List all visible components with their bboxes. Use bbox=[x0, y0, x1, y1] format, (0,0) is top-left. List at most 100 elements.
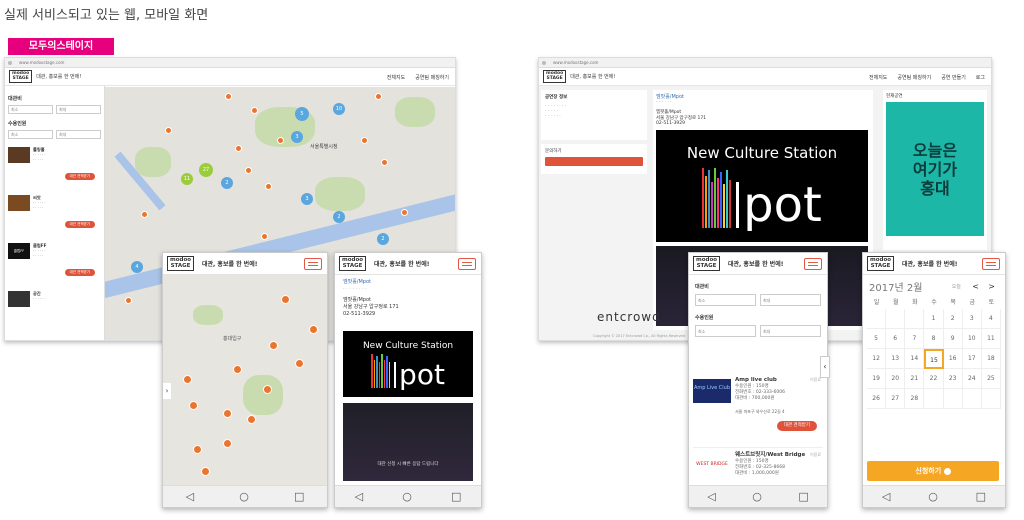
calendar-day[interactable]: 28 bbox=[905, 389, 925, 409]
url-bar[interactable]: www.modoostage.com bbox=[5, 58, 455, 68]
fee-max-select[interactable]: 최대 bbox=[760, 294, 821, 306]
quote-button[interactable]: 대관 견적받기 bbox=[64, 221, 95, 228]
venue-pin[interactable] bbox=[281, 295, 290, 304]
calendar-day[interactable]: 11 bbox=[981, 329, 1001, 349]
cluster-marker[interactable]: 10 bbox=[333, 103, 345, 115]
calendar-day[interactable]: 17 bbox=[962, 349, 982, 369]
capacity-max-select[interactable]: 최대 bbox=[56, 130, 101, 139]
quote-button[interactable]: 대관 견적받기 bbox=[776, 421, 817, 431]
show-poster[interactable]: 오늘은 여기가 홍대 bbox=[886, 102, 984, 236]
list-item[interactable]: 클럽FF 클럽FF · · · · · · · · · · · 대관 견적받기 bbox=[8, 243, 101, 283]
venue-pin[interactable] bbox=[361, 137, 368, 144]
venue-pin[interactable] bbox=[225, 93, 232, 100]
calendar-day[interactable]: 3 bbox=[962, 309, 982, 329]
prev-month-button[interactable]: < bbox=[972, 282, 979, 291]
calendar-day[interactable]: 19 bbox=[867, 369, 887, 389]
recents-icon[interactable]: □ bbox=[451, 490, 461, 503]
calendar-day[interactable]: 18 bbox=[981, 349, 1001, 369]
nav-all-map[interactable]: 전체지도 bbox=[387, 74, 405, 81]
mobile-map[interactable]: 홍대입구 › bbox=[163, 275, 327, 485]
list-item[interactable]: 롤링홀 · · · · · · · · · · · 대관 견적받기 bbox=[8, 147, 101, 187]
venue-pin[interactable] bbox=[183, 375, 192, 384]
list-item[interactable]: Amp Live Club Amp live club 이용료 수용인원 : 15… bbox=[693, 375, 823, 445]
calendar-day[interactable]: 8 bbox=[924, 329, 944, 349]
home-icon[interactable]: ○ bbox=[402, 490, 412, 503]
cluster-marker[interactable]: 3 bbox=[301, 193, 313, 205]
modoo-stage-logo[interactable]: modoo STAGE bbox=[9, 70, 33, 83]
quote-button[interactable]: 대관 견적받기 bbox=[64, 173, 95, 180]
venue-pin[interactable] bbox=[141, 211, 148, 218]
modoo-stage-logo[interactable]: modoo STAGE bbox=[693, 256, 721, 271]
inquiry-button[interactable] bbox=[545, 157, 643, 166]
venue-pin[interactable] bbox=[269, 341, 278, 350]
nav-team-matching[interactable]: 공연팀 매칭하기 bbox=[415, 74, 449, 81]
modoo-stage-logo[interactable]: modoo STAGE bbox=[543, 70, 567, 83]
venue-pin[interactable] bbox=[375, 93, 382, 100]
calendar-day[interactable]: 4 bbox=[981, 309, 1001, 329]
cluster-marker[interactable]: 2 bbox=[221, 177, 233, 189]
nav-log[interactable]: 로그 bbox=[976, 74, 985, 81]
venue-pin[interactable] bbox=[265, 183, 272, 190]
calendar-day[interactable]: 9 bbox=[943, 329, 963, 349]
venue-pin[interactable] bbox=[261, 233, 268, 240]
drawer-handle[interactable]: ‹ bbox=[820, 356, 830, 378]
capacity-min-select[interactable]: 최소 bbox=[695, 325, 756, 337]
home-icon[interactable]: ○ bbox=[239, 490, 249, 503]
venue-pin[interactable] bbox=[189, 401, 198, 410]
calendar-day[interactable]: 23 bbox=[943, 369, 963, 389]
fee-min-select[interactable]: 최소 bbox=[8, 105, 53, 114]
venue-pin[interactable] bbox=[277, 137, 284, 144]
venue-pin[interactable] bbox=[251, 107, 258, 114]
nav-all-map[interactable]: 전체지도 bbox=[869, 74, 887, 81]
venue-pin[interactable] bbox=[233, 365, 242, 374]
calendar-day[interactable]: 14 bbox=[905, 349, 925, 369]
calendar-day[interactable]: 20 bbox=[886, 369, 906, 389]
calendar-day[interactable]: 12 bbox=[867, 349, 887, 369]
back-icon[interactable]: ◁ bbox=[186, 490, 194, 503]
calendar-day[interactable]: 10 bbox=[962, 329, 982, 349]
fee-min-select[interactable]: 최소 bbox=[695, 294, 756, 306]
next-month-button[interactable]: > bbox=[988, 282, 995, 291]
venue-pin[interactable] bbox=[247, 415, 256, 424]
hamburger-menu-icon[interactable] bbox=[982, 258, 1000, 270]
nav-make-show[interactable]: 공연 만들기 bbox=[941, 74, 966, 81]
cluster-marker[interactable]: 11 bbox=[181, 173, 193, 185]
calendar-day[interactable]: 1 bbox=[924, 309, 944, 329]
calendar-day[interactable]: 27 bbox=[886, 389, 906, 409]
cluster-marker[interactable]: 3 bbox=[291, 131, 303, 143]
fee-max-select[interactable]: 최대 bbox=[56, 105, 101, 114]
venue-pin[interactable] bbox=[309, 325, 318, 334]
back-icon[interactable]: ◁ bbox=[707, 490, 715, 503]
calendar-day[interactable]: 21 bbox=[905, 369, 925, 389]
recents-icon[interactable]: □ bbox=[294, 490, 304, 503]
venue-pin[interactable] bbox=[125, 297, 132, 304]
submit-button[interactable]: 신청하기 bbox=[867, 461, 999, 481]
venue-pin[interactable] bbox=[295, 359, 304, 368]
hamburger-menu-icon[interactable] bbox=[458, 258, 476, 270]
venue-pin[interactable] bbox=[235, 145, 242, 152]
cluster-marker[interactable]: 5 bbox=[295, 107, 309, 121]
calendar-day[interactable]: 5 bbox=[867, 329, 887, 349]
hamburger-menu-icon[interactable] bbox=[304, 258, 322, 270]
nav-team-matching[interactable]: 공연팀 매칭하기 bbox=[897, 74, 931, 81]
calendar-day[interactable]: 16 bbox=[943, 349, 963, 369]
home-icon[interactable]: ○ bbox=[752, 490, 762, 503]
capacity-min-select[interactable]: 최소 bbox=[8, 130, 53, 139]
calendar-day[interactable]: 25 bbox=[981, 369, 1001, 389]
capacity-max-select[interactable]: 최대 bbox=[760, 325, 821, 337]
calendar-day[interactable]: 22 bbox=[924, 369, 944, 389]
venue-pin[interactable] bbox=[223, 409, 232, 418]
venue-pin[interactable] bbox=[193, 445, 202, 454]
back-icon[interactable]: ◁ bbox=[882, 490, 890, 503]
recents-icon[interactable]: □ bbox=[798, 490, 808, 503]
venue-pin[interactable] bbox=[263, 385, 272, 394]
cluster-marker[interactable]: 2 bbox=[377, 233, 389, 245]
home-icon[interactable]: ○ bbox=[928, 490, 938, 503]
venue-pin[interactable] bbox=[223, 439, 232, 448]
calendar-day[interactable]: 13 bbox=[886, 349, 906, 369]
list-item[interactable]: WEST BRIDGE 웨스트브릿지/West Bridge 이용료 수용인원 :… bbox=[693, 447, 823, 487]
hamburger-menu-icon[interactable] bbox=[804, 258, 822, 270]
calendar-day[interactable]: 24 bbox=[962, 369, 982, 389]
list-item[interactable]: 씨앗 · · · · · · · · · · · 대관 견적받기 bbox=[8, 195, 101, 235]
venue-pin[interactable] bbox=[201, 467, 210, 476]
